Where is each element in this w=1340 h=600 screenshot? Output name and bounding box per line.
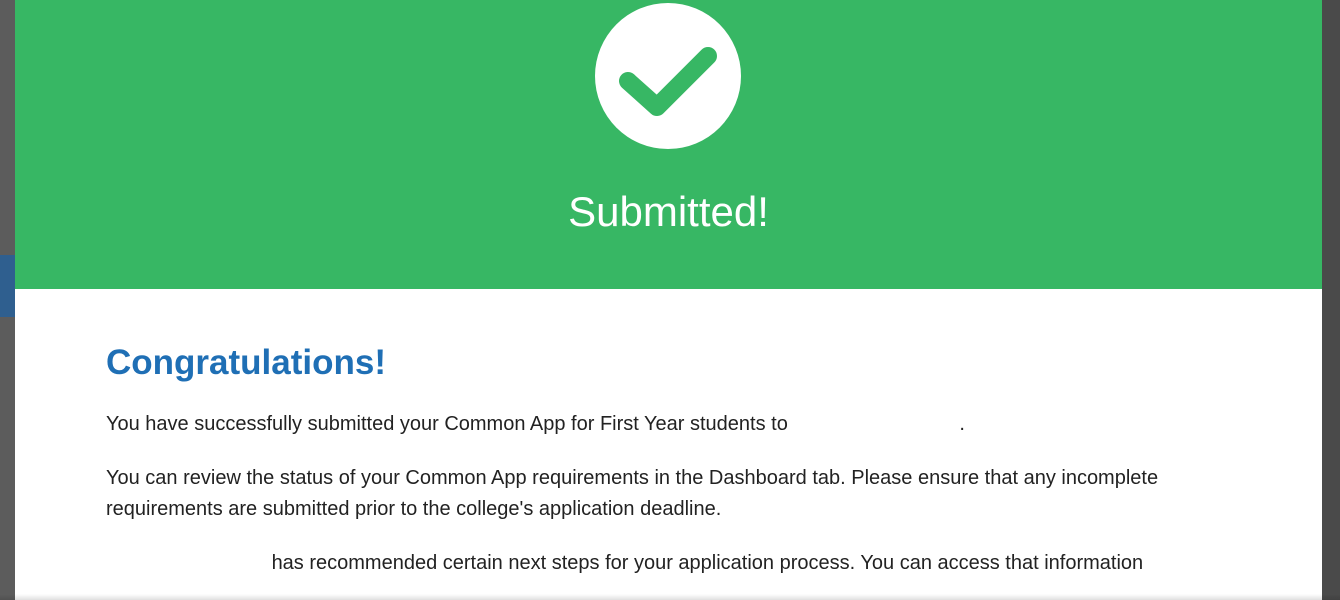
background-right-edge [1322, 0, 1340, 600]
submission-message-suffix: . [959, 413, 965, 435]
confirmation-body: Congratulations! You have successfully s… [106, 289, 1226, 579]
bottom-shadow [0, 594, 1340, 600]
checkmark-icon [619, 47, 717, 116]
success-badge [595, 3, 741, 149]
success-banner: Submitted! [15, 0, 1322, 289]
background-sidebar-strip [0, 255, 15, 317]
submission-message-text: You have successfully submitted your Com… [106, 413, 794, 435]
next-steps-text: has recommended certain next steps for y… [271, 552, 1144, 574]
congratulations-heading: Congratulations! [106, 343, 386, 382]
submission-confirmation-modal: Submitted! Congratulations! You have suc… [15, 0, 1322, 600]
next-steps-message: has recommended certain next steps for y… [106, 548, 1226, 579]
redacted-college-name-2 [106, 553, 266, 574]
submitted-title: Submitted! [568, 188, 769, 235]
dashboard-review-message: You can review the status of your Common… [106, 467, 1159, 520]
submission-message: You have successfully submitted your Com… [106, 409, 1226, 440]
redacted-college-name [793, 414, 960, 435]
